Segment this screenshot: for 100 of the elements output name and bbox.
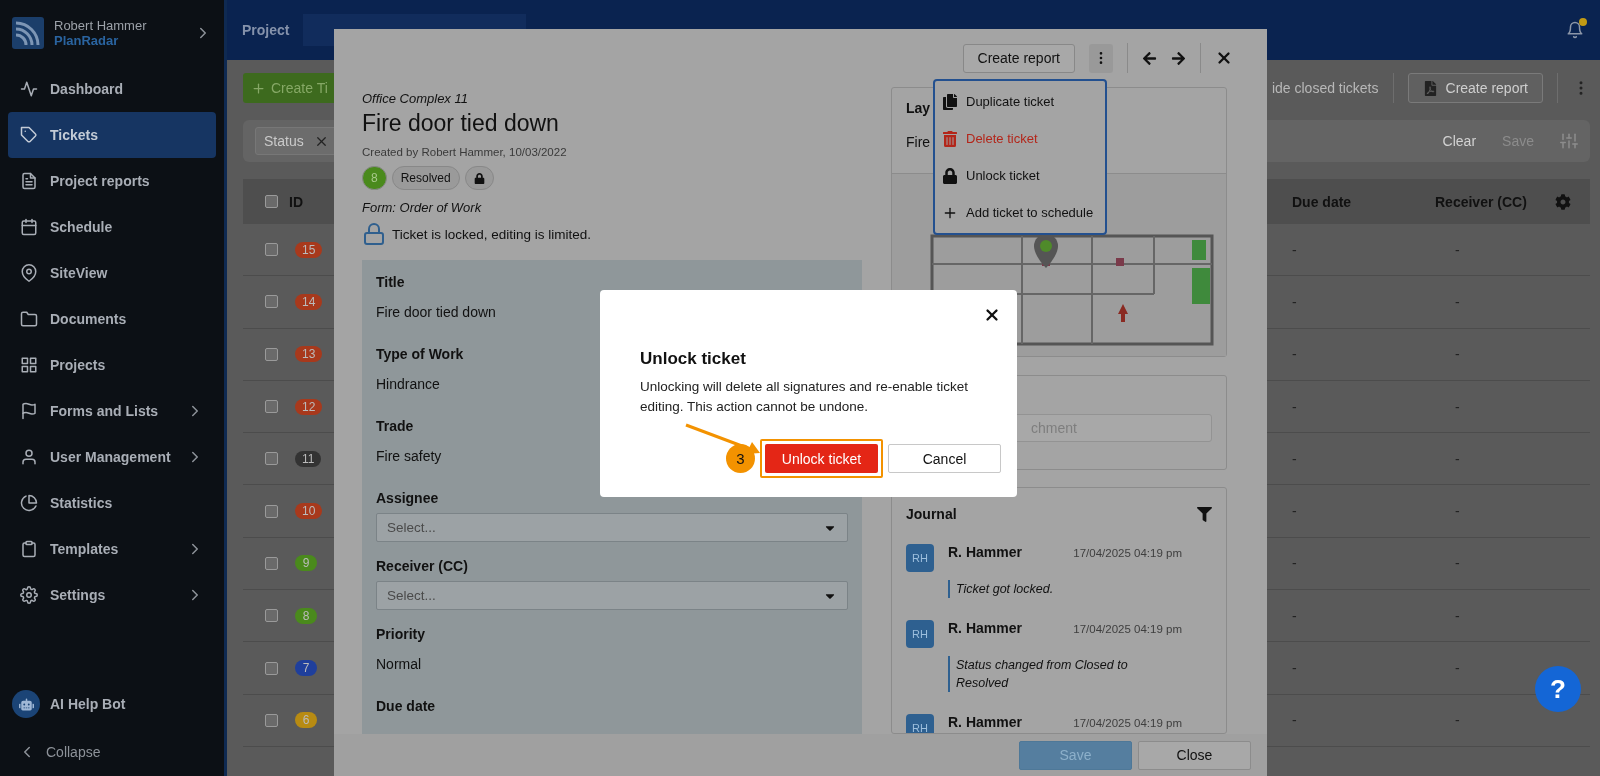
table-cell-text: -: [1292, 293, 1298, 310]
field-label: Type of Work: [376, 345, 464, 364]
table-cell-text: -: [1454, 241, 1461, 258]
field-label: Title: [376, 273, 405, 292]
table-cell-text: -: [1454, 607, 1461, 624]
lock-icon: [942, 167, 958, 184]
row-checkbox[interactable]: [265, 295, 278, 309]
project-name: Office Complex 11: [362, 91, 469, 106]
ticket-id-badge: 11: [295, 450, 322, 467]
field-value: Normal: [376, 655, 422, 674]
sidebar-item[interactable]: Forms and Lists: [8, 388, 216, 434]
help-bot-item[interactable]: AI Help Bot: [0, 680, 224, 728]
sidebar-item[interactable]: Schedule: [8, 204, 216, 250]
row-checkbox[interactable]: [265, 347, 278, 361]
logo-icon: [12, 17, 44, 49]
sidebar-item[interactable]: Templates: [8, 526, 216, 572]
select-field[interactable]: Select...: [376, 581, 848, 610]
user-icon: [20, 448, 38, 466]
cancel-button[interactable]: Cancel: [888, 444, 1001, 473]
lock-notice: Ticket is locked, editing is limited.: [392, 226, 592, 242]
row-checkbox[interactable]: [265, 400, 278, 414]
field-value: Fire safety: [376, 447, 442, 466]
column-header: Due date: [1292, 193, 1353, 210]
sidebar-item[interactable]: Documents: [8, 296, 216, 342]
sidebar-item[interactable]: Statistics: [8, 480, 216, 526]
left-arrow-icon[interactable]: [1142, 50, 1157, 66]
dialog-title: Unlock ticket: [640, 349, 747, 369]
create-report-button[interactable]: Create report: [962, 43, 1075, 73]
ticket-id-badge: 10: [295, 503, 323, 520]
sidebar-item[interactable]: Dashboard: [8, 66, 216, 112]
ticket-title: Fire door tied down: [362, 110, 560, 137]
ticket-id-badge: 15: [295, 241, 323, 258]
flag-icon: [20, 402, 38, 420]
entry-date: 17/04/2025 04:19 pm: [1073, 547, 1182, 559]
table-cell-text: -: [1454, 712, 1461, 729]
author-name: R. Hammer: [948, 714, 1022, 730]
entry-text: Ticket got locked.: [948, 580, 1182, 598]
field-label: Assignee: [376, 489, 439, 508]
sidebar-item[interactable]: User Management: [8, 434, 216, 480]
row-checkbox[interactable]: [265, 556, 278, 570]
trash-icon: [942, 130, 958, 147]
row-checkbox[interactable]: [265, 609, 278, 623]
table-cell-text: -: [1454, 450, 1461, 467]
form-name: Form: Order of Work: [362, 200, 483, 215]
select-field[interactable]: Select...: [376, 513, 848, 542]
row-checkbox[interactable]: [265, 452, 278, 466]
settings-icon[interactable]: [1555, 193, 1571, 210]
menu-item[interactable]: Add ticket to schedule: [935, 194, 1105, 231]
sidebar-item[interactable]: Settings: [8, 572, 216, 618]
notification-bell-icon[interactable]: [1566, 21, 1584, 39]
row-checkbox[interactable]: [265, 243, 278, 257]
close-icon[interactable]: [1215, 49, 1233, 67]
lock-icon: [362, 222, 386, 246]
copy-icon: [942, 93, 958, 110]
journal-title: Journal: [906, 506, 957, 522]
field-label: Priority: [376, 625, 425, 644]
sidebar-item[interactable]: Tickets: [8, 112, 216, 158]
right-arrow-icon[interactable]: [1171, 50, 1186, 66]
select-all-checkbox[interactable]: [265, 195, 278, 208]
calendar-icon: [20, 218, 38, 236]
field-label: Trade: [376, 417, 414, 436]
row-checkbox[interactable]: [265, 504, 278, 518]
user-avatar: RH: [906, 714, 934, 733]
sidebar-item[interactable]: Project reports: [8, 158, 216, 204]
ticket-id-badge: 8: [295, 607, 317, 624]
collapse-item[interactable]: Collapse: [0, 728, 224, 776]
field-value: Hindrance: [376, 375, 440, 394]
ticket-id-badge: 6: [295, 712, 317, 729]
table-cell-text: -: [1454, 346, 1461, 363]
create-report-button[interactable]: Create report: [1407, 73, 1543, 103]
close-button[interactable]: [983, 306, 1001, 324]
author-name: R. Hammer: [948, 620, 1022, 636]
clear-link[interactable]: Clear: [1442, 133, 1477, 149]
hide-closed-toggle[interactable]: ide closed tickets: [1271, 80, 1379, 96]
user-avatar: RH: [906, 620, 934, 648]
status-badge: Resolved: [391, 166, 460, 190]
field-label: Receiver (CC): [376, 557, 468, 576]
table-cell-text: -: [1292, 450, 1298, 467]
filter-icon[interactable]: [1197, 506, 1212, 522]
ticket-id-badge: 13: [295, 346, 323, 363]
help-button[interactable]: ?: [1535, 666, 1581, 712]
lock-icon: [473, 172, 485, 184]
sidebar-item[interactable]: Projects: [8, 342, 216, 388]
more-button[interactable]: [1089, 43, 1113, 73]
close-button[interactable]: Close: [1138, 740, 1251, 770]
pin-icon: [20, 264, 38, 282]
menu-item[interactable]: Unlock ticket: [935, 157, 1105, 194]
menu-item[interactable]: Duplicate ticket: [935, 83, 1105, 120]
activity-icon: [20, 80, 38, 98]
user-name: Robert Hammer: [54, 18, 148, 33]
row-checkbox[interactable]: [265, 661, 278, 675]
table-cell-text: -: [1454, 293, 1461, 310]
created-info: Created by Robert Hammer, 10/03/2022: [362, 146, 568, 158]
sliders-icon[interactable]: [1560, 132, 1578, 150]
sidebar-item[interactable]: SiteView: [8, 250, 216, 296]
ticket-id-badge: 14: [295, 293, 323, 310]
unlock-button[interactable]: Unlock ticket: [765, 444, 878, 473]
close-icon: [983, 306, 1001, 324]
author-name: R. Hammer: [948, 544, 1022, 560]
row-checkbox[interactable]: [265, 713, 278, 727]
